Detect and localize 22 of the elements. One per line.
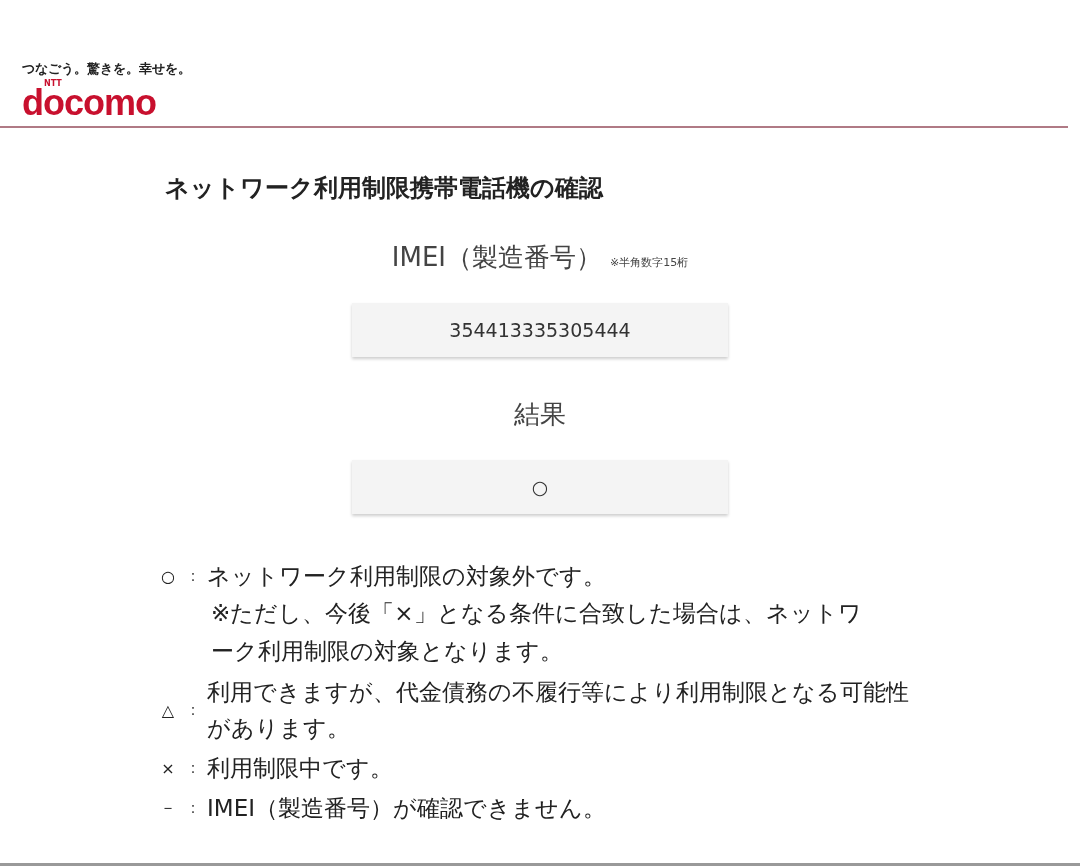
legend-separator: ： <box>184 757 202 779</box>
legend-symbol: － <box>159 797 177 819</box>
legend-symbol: △ <box>160 700 176 720</box>
logo[interactable]: docomo <box>22 88 156 118</box>
logo-small-text: NTT <box>44 80 62 88</box>
page-title: ネットワーク利用制限携帯電話機の確認 <box>165 173 603 204</box>
field-label: IMEI（製造番号） <box>391 241 602 274</box>
legend-symbol: ○ <box>160 566 176 586</box>
result-label: 結果 <box>514 398 566 431</box>
result-field: ○ <box>352 460 728 514</box>
legend-symbol: × <box>160 758 176 778</box>
legend-text: IMEI（製造番号）が確認できません。 <box>207 794 607 823</box>
legend-separator: ： <box>184 797 202 819</box>
legend-separator: ： <box>184 699 202 721</box>
imei-field[interactable]: 354413335305444 <box>352 303 728 357</box>
legend-separator: ： <box>184 565 202 587</box>
legend-text: ネットワーク利用制限の対象外です。 <box>207 562 607 591</box>
tagline: つなごう。驚きを。幸せを。 <box>22 60 191 78</box>
legend-text: 利用できますが、代金債務の不履行等により利用制限となる可能性があります。 <box>207 678 910 743</box>
legend-note: ※ただし、今後「×」となる条件に合致した場合は、ネットワーク利用制限の対象となります。 <box>211 599 863 666</box>
field-hint: ※半角数字15桁 <box>610 255 689 270</box>
legend-text: 利用制限中です。 <box>207 754 394 783</box>
